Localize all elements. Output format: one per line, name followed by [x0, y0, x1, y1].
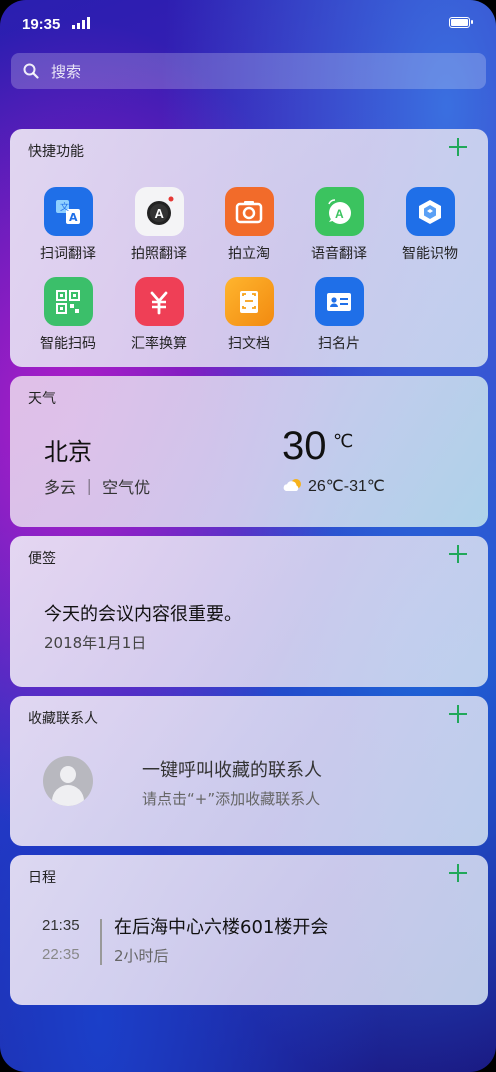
svg-text:A: A: [69, 211, 78, 224]
svg-text:A: A: [335, 207, 344, 221]
weather-city: 北京: [44, 438, 92, 466]
status-bar: 19:35: [0, 0, 496, 50]
note-content: 今天的会议内容很重要。: [44, 604, 242, 625]
app-pailitao[interactable]: 拍立淘: [204, 187, 294, 263]
favorite-contacts-card[interactable]: 收藏联系人 一键呼叫收藏的联系人 请点击“+”添加收藏联系人: [10, 696, 488, 846]
card-title: 天气: [28, 391, 56, 407]
weather-temperature: 30: [282, 424, 327, 468]
notes-card[interactable]: 便签 今天的会议内容很重要。 2018年1月1日: [10, 536, 488, 687]
scan-document-icon: [224, 277, 274, 326]
note-date: 2018年1月1日: [44, 634, 147, 652]
app-label: 语音翻译: [311, 246, 367, 262]
schedule-divider: [100, 919, 102, 965]
search-bar[interactable]: 搜索: [11, 53, 486, 89]
app-label: 扫名片: [318, 336, 360, 352]
avatar: [43, 756, 93, 806]
app-business-card[interactable]: 扫名片: [294, 277, 384, 353]
card-title: 快捷功能: [28, 144, 84, 160]
schedule-card[interactable]: 日程 21:35 22:35 在后海中心六楼601楼开会 2小时后: [10, 855, 488, 1005]
signal-icon: [72, 16, 90, 29]
app-scan-document[interactable]: 扫文档: [204, 277, 294, 353]
currency-icon: [134, 277, 184, 326]
app-label: 扫文档: [228, 336, 270, 352]
voice-translate-icon: A: [314, 187, 364, 236]
schedule-start-time: 21:35: [42, 917, 80, 934]
app-label: 智能识物: [402, 246, 458, 262]
app-label: 扫词翻译: [40, 246, 96, 262]
object-recognition-icon: [405, 187, 455, 236]
weather-range: 26℃-31℃: [308, 478, 385, 495]
add-schedule-button[interactable]: [448, 863, 468, 883]
app-photo-translate[interactable]: A 拍照翻译: [114, 187, 204, 263]
app-label: 拍立淘: [228, 246, 270, 262]
contacts-main-text: 一键呼叫收藏的联系人: [142, 760, 322, 781]
weather-condition: 多云 ｜ 空气优: [44, 478, 151, 497]
status-time: 19:35: [22, 16, 61, 33]
camera-icon: [224, 187, 274, 236]
photo-translate-icon: A: [134, 187, 184, 236]
add-quick-function-button[interactable]: [448, 137, 468, 157]
business-card-icon: [314, 277, 364, 326]
svg-text:A: A: [155, 206, 165, 221]
app-currency[interactable]: 汇率换算: [114, 277, 204, 353]
app-label: 汇率换算: [131, 336, 187, 352]
app-voice-translate[interactable]: A 语音翻译: [294, 187, 384, 263]
weather-card[interactable]: 天气 北京 多云 ｜ 空气优 30 ℃ 26℃-31℃: [10, 376, 488, 527]
app-label: 拍照翻译: [131, 246, 187, 262]
schedule-event-title: 在后海中心六楼601楼开会: [114, 917, 329, 938]
app-object-recognition[interactable]: 智能识物: [385, 187, 475, 263]
search-placeholder: 搜索: [51, 62, 82, 81]
add-contact-button[interactable]: [448, 704, 468, 724]
scan-translate-icon: 文 A: [43, 187, 93, 236]
weather-unit: ℃: [333, 431, 354, 452]
phone-screen: 19:35 搜索 快捷功能 文 A 扫词翻译 A 拍照翻译 拍立淘 A 语音翻译…: [0, 0, 496, 1072]
contacts-hint: 请点击“+”添加收藏联系人: [142, 790, 321, 808]
app-qr-scan[interactable]: 智能扫码: [23, 277, 113, 353]
app-label: 智能扫码: [40, 336, 96, 352]
card-title: 日程: [28, 870, 56, 886]
qr-scan-icon: [43, 277, 93, 326]
battery-icon: [449, 17, 473, 28]
card-title: 收藏联系人: [28, 711, 98, 727]
partly-cloudy-icon: [283, 479, 301, 491]
app-scan-translate[interactable]: 文 A 扫词翻译: [23, 187, 113, 263]
schedule-relative-time: 2小时后: [114, 947, 169, 965]
quick-functions-card: 快捷功能 文 A 扫词翻译 A 拍照翻译 拍立淘 A 语音翻译 智能识物 智能扫…: [10, 129, 488, 367]
schedule-end-time: 22:35: [42, 946, 80, 963]
card-title: 便签: [28, 551, 56, 567]
svg-text:文: 文: [60, 201, 69, 213]
add-note-button[interactable]: [448, 544, 468, 564]
search-icon: [23, 63, 39, 79]
